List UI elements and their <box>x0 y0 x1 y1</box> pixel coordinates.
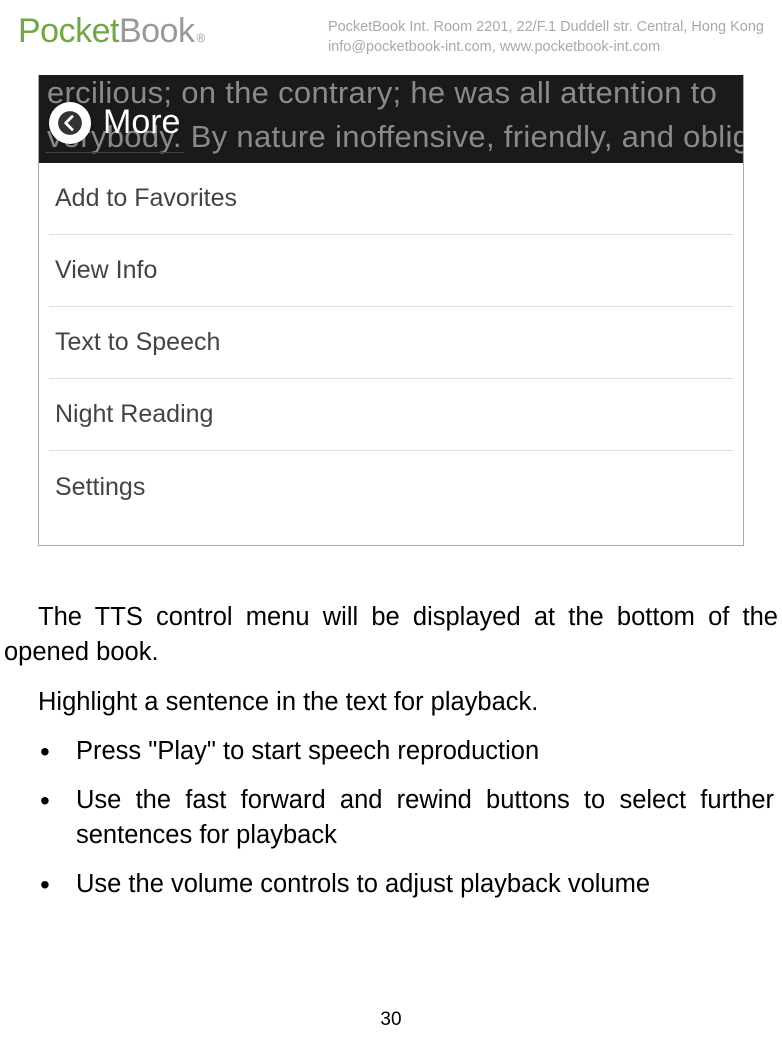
bullet-list: Press "Play" to start speech reproductio… <box>4 734 778 903</box>
menu-item-text-to-speech[interactable]: Text to Speech <box>49 307 733 379</box>
contact-line1: PocketBook Int. Room 2201, 22/F.1 Duddel… <box>328 18 764 38</box>
menu-item-label: Night Reading <box>55 400 213 429</box>
menu-item-add-to-favorites[interactable]: Add to Favorites <box>49 163 733 235</box>
menu-item-night-reading[interactable]: Night Reading <box>49 379 733 451</box>
more-header: More <box>45 93 184 153</box>
menu-item-label: View Info <box>55 256 157 285</box>
more-label: More <box>103 103 180 142</box>
contact-info: PocketBook Int. Room 2201, 22/F.1 Duddel… <box>328 12 764 57</box>
document-header: PocketBook® PocketBook Int. Room 2201, 2… <box>0 0 782 61</box>
app-screenshot: ercilious; on the contrary; he was all a… <box>38 75 744 546</box>
menu-item-label: Text to Speech <box>55 328 220 357</box>
bullet-item: Use the fast forward and rewind buttons … <box>76 783 774 853</box>
back-icon[interactable] <box>49 102 91 144</box>
more-menu-list: Add to Favorites View Info Text to Speec… <box>39 163 743 523</box>
menu-item-label: Add to Favorites <box>55 184 237 213</box>
bullet-item: Use the volume controls to adjust playba… <box>76 867 774 902</box>
contact-line2: info@pocketbook-int.com, www.pocketbook-… <box>328 38 764 58</box>
logo-trademark: ® <box>196 31 205 45</box>
logo-text-book: Book <box>119 12 195 51</box>
menu-item-settings[interactable]: Settings <box>49 451 733 523</box>
paragraph-1: The TTS control menu will be displayed a… <box>4 600 778 670</box>
logo-text-pocket: Pocket <box>18 12 119 51</box>
menu-item-view-info[interactable]: View Info <box>49 235 733 307</box>
logo: PocketBook® <box>18 12 205 51</box>
menu-item-label: Settings <box>55 473 145 502</box>
bullet-item: Press "Play" to start speech reproductio… <box>76 734 774 769</box>
document-body: The TTS control menu will be displayed a… <box>0 546 782 902</box>
book-background: ercilious; on the contrary; he was all a… <box>39 75 743 163</box>
page-number: 30 <box>0 1009 782 1031</box>
paragraph-2: Highlight a sentence in the text for pla… <box>4 685 778 720</box>
